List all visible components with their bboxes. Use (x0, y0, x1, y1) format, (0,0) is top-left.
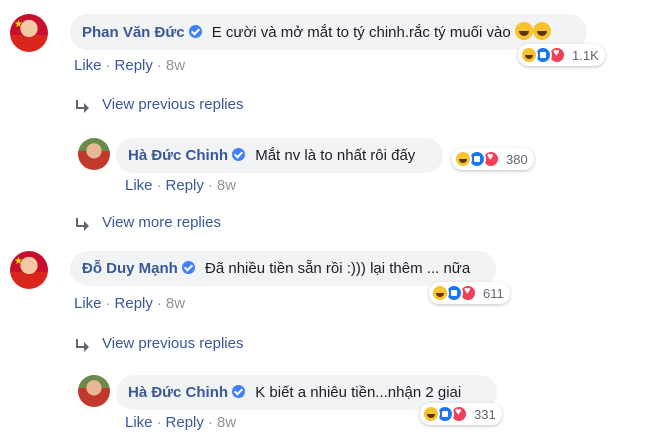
reaction-count: 331 (474, 406, 496, 422)
avatar[interactable] (78, 375, 110, 407)
reply-link[interactable]: Reply (166, 177, 204, 194)
separator: · (207, 414, 213, 431)
reply-link[interactable]: Reply (115, 295, 153, 312)
verified-badge-icon (181, 261, 195, 274)
reply-arrow-icon (75, 99, 89, 113)
comment-actions: Like · Reply · 8w (74, 295, 185, 312)
comment-text: E cười và mở mắt to tý chinh.rắc tý muối… (211, 24, 511, 41)
comment-text: Đã nhiều tiền sẵn rồi :))) lại thêm ... … (205, 260, 471, 277)
star-icon: ★ (14, 19, 23, 30)
comment-do-duy-manh: ★ Đỗ Duy Mạnh Đã nhiều tiền sẵn rồi :)))… (10, 251, 497, 289)
haha-emoji-icon (514, 22, 533, 40)
timestamp[interactable]: 8w (217, 414, 236, 431)
reply-link[interactable]: Reply (115, 57, 153, 74)
reaction-summary[interactable]: 611 (429, 282, 510, 304)
avatar[interactable]: ★ (10, 14, 48, 52)
reaction-summary[interactable]: 380 (452, 148, 534, 170)
comment-author[interactable]: Hà Đức Chinh (128, 384, 228, 401)
comment-bubble: Hà Đức Chinh Mắt nv là to nhất rôi đấy (116, 138, 444, 173)
avatar[interactable] (78, 138, 110, 170)
verified-badge-icon (232, 148, 246, 161)
comment-bubble: Phan Văn Đức E cười và mở mắt to tý chin… (70, 14, 587, 50)
reaction-summary[interactable]: 331 (420, 403, 502, 425)
reaction-count: 1.1K (572, 47, 599, 63)
view-replies-label: View previous replies (102, 335, 244, 352)
avatar[interactable]: ★ (10, 251, 48, 289)
separator: · (156, 57, 162, 74)
like-link[interactable]: Like (125, 414, 153, 431)
separator: · (156, 177, 162, 194)
view-replies-label: View previous replies (102, 96, 244, 113)
reaction-count: 380 (506, 151, 528, 167)
comment-author[interactable]: Đỗ Duy Mạnh (82, 260, 178, 277)
reply-link[interactable]: Reply (166, 414, 204, 431)
verified-badge-icon (188, 25, 202, 38)
timestamp[interactable]: 8w (217, 177, 236, 194)
comment-author[interactable]: Hà Đức Chinh (128, 147, 228, 164)
view-replies-label: View more replies (102, 214, 221, 231)
comment-text: Mắt nv là to nhất rôi đấy (255, 147, 416, 164)
haha-emoji-icon (532, 22, 551, 40)
haha-reaction-icon (422, 405, 440, 423)
view-more-replies[interactable]: View more replies (75, 214, 221, 231)
timestamp[interactable]: 8w (166, 57, 185, 74)
reply-arrow-icon (75, 338, 89, 352)
like-link[interactable]: Like (125, 177, 153, 194)
like-link[interactable]: Like (74, 295, 102, 312)
comment-author[interactable]: Phan Văn Đức (82, 24, 185, 41)
star-icon: ★ (14, 256, 23, 267)
separator: · (105, 57, 111, 74)
haha-reaction-icon (520, 46, 538, 64)
comment-actions: Like · Reply · 8w (125, 414, 236, 431)
comment-text: K biết a nhiêu tiền...nhận 2 giai (255, 384, 462, 401)
timestamp[interactable]: 8w (166, 295, 185, 312)
separator: · (156, 295, 162, 312)
reply-arrow-icon (75, 217, 89, 231)
reaction-count: 611 (483, 285, 504, 301)
view-previous-replies[interactable]: View previous replies (75, 96, 243, 113)
separator: · (207, 177, 213, 194)
separator: · (105, 295, 111, 312)
reply-ha-duc-chinh: Hà Đức Chinh Mắt nv là to nhất rôi đấy (78, 138, 444, 173)
comment-phan-van-duc: ★ Phan Văn Đức E cười và mở mắt to tý ch… (10, 14, 587, 52)
verified-badge-icon (232, 385, 246, 398)
separator: · (156, 414, 162, 431)
comment-actions: Like · Reply · 8w (125, 177, 236, 194)
comment-bubble: Đỗ Duy Mạnh Đã nhiều tiền sẵn rồi :))) l… (70, 251, 497, 286)
haha-reaction-icon (454, 150, 472, 168)
comment-actions: Like · Reply · 8w (74, 57, 185, 74)
view-previous-replies[interactable]: View previous replies (75, 335, 243, 352)
like-link[interactable]: Like (74, 57, 102, 74)
reaction-summary[interactable]: 1.1K (518, 44, 605, 66)
haha-reaction-icon (431, 284, 449, 302)
